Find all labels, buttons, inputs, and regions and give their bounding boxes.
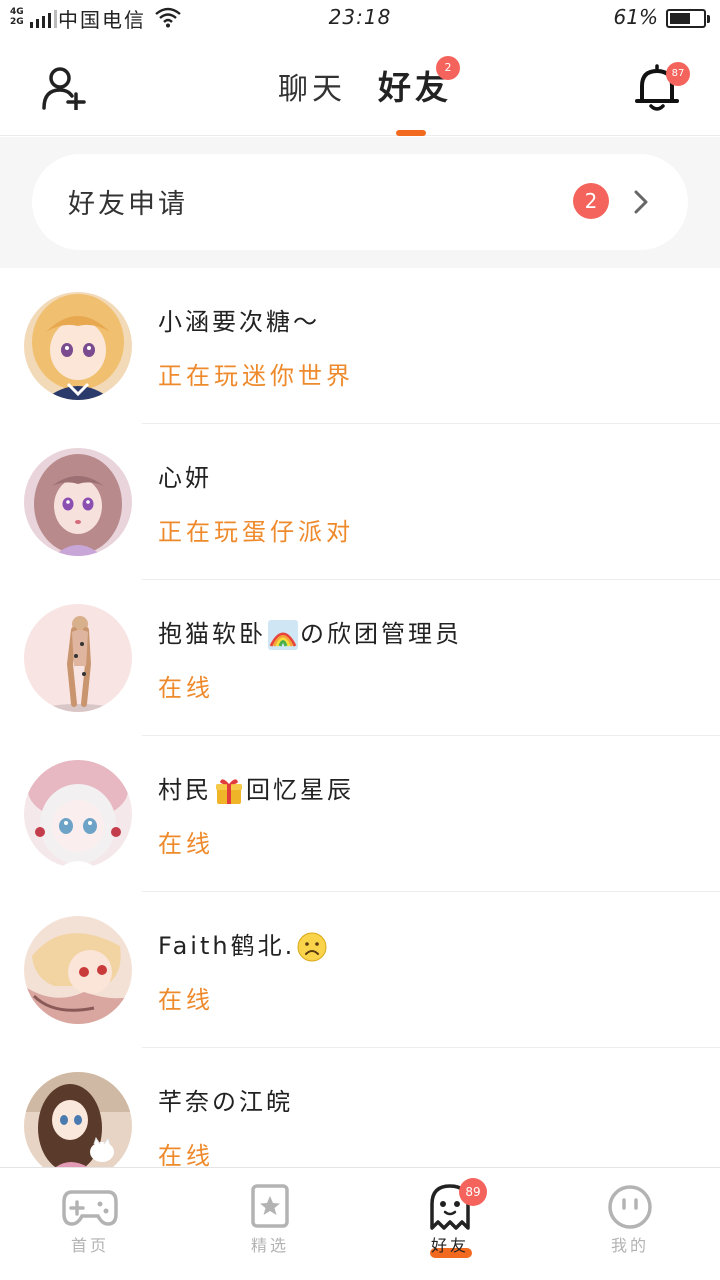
nav-label: 我的 — [610, 1236, 649, 1255]
gamepad-icon — [62, 1190, 118, 1226]
gift-emoji-icon — [216, 779, 242, 804]
battery-percent: 61% — [613, 5, 658, 29]
bottom-nav: 首页 精选 好友 89 我的 — [0, 1167, 720, 1280]
top-header: 聊天 好友 2 87 — [0, 36, 720, 136]
active-tab-indicator — [396, 130, 426, 136]
sad-face-emoji-icon — [297, 932, 327, 962]
friend-status: 正在玩迷你世界 — [158, 362, 354, 390]
add-friend-icon[interactable] — [40, 66, 88, 110]
nav-featured[interactable]: 精选 — [180, 1168, 360, 1280]
nav-label: 精选 — [250, 1236, 289, 1255]
rainbow-emoji-icon — [268, 620, 298, 650]
friend-request-section: 好友申请 2 — [0, 137, 720, 268]
tab-chat[interactable]: 聊天 — [278, 64, 346, 108]
avatar[interactable] — [24, 760, 132, 868]
nav-friends[interactable]: 好友 — [360, 1168, 540, 1280]
friends-tab-badge: 2 — [436, 56, 460, 80]
avatar[interactable] — [24, 1072, 132, 1167]
star-bookmark-icon — [251, 1184, 289, 1228]
friend-name: 抱猫软卧 の欣团管理员 — [158, 620, 462, 650]
friend-row[interactable]: 小涵要次糖～ 正在玩迷你世界 — [0, 268, 720, 424]
friend-status: 在线 — [158, 830, 214, 858]
chevron-right-icon — [634, 190, 648, 214]
friend-row[interactable]: 村民 回忆星辰 在线 — [0, 736, 720, 892]
avatar[interactable] — [24, 604, 132, 712]
nav-label: 好友 — [430, 1236, 469, 1255]
friend-name: 村民 回忆星辰 — [158, 776, 354, 804]
nav-me[interactable]: 我的 — [540, 1168, 720, 1280]
status-bar: 4G 2G 中国电信 23:18 61% — [0, 0, 720, 36]
friend-row[interactable]: Faith鹤北. 在线 — [0, 892, 720, 1048]
nav-friends-badge: 89 — [459, 1178, 487, 1206]
battery-icon — [666, 9, 710, 28]
face-icon — [608, 1185, 652, 1229]
friend-status: 在线 — [158, 986, 214, 1014]
avatar[interactable] — [24, 916, 132, 1024]
friend-row[interactable]: 抱猫软卧 の欣团管理员 在线 — [0, 580, 720, 736]
nav-home[interactable]: 首页 — [0, 1168, 180, 1280]
friend-status: 在线 — [158, 1142, 214, 1167]
friend-list: 小涵要次糖～ 正在玩迷你世界 心妍 正在玩蛋仔派对 抱猫软卧 の欣团管理员 在线… — [0, 268, 720, 1167]
friend-name: 小涵要次糖～ — [158, 308, 320, 336]
friend-request-button[interactable]: 好友申请 2 — [32, 154, 688, 250]
friend-name: 芊奈の江皖 — [158, 1088, 293, 1116]
notification-badge: 87 — [666, 62, 690, 86]
friend-name: 心妍 — [158, 464, 212, 492]
avatar[interactable] — [24, 448, 132, 556]
friend-request-label: 好友申请 — [68, 189, 188, 220]
friend-row[interactable]: 芊奈の江皖 在线 — [0, 1048, 720, 1167]
friend-status: 正在玩蛋仔派对 — [158, 518, 354, 546]
friend-name: Faith鹤北. — [158, 926, 329, 962]
clock: 23:18 — [328, 5, 392, 29]
friend-row[interactable]: 心妍 正在玩蛋仔派对 — [0, 424, 720, 580]
nav-label: 首页 — [70, 1236, 109, 1255]
friend-status: 在线 — [158, 674, 214, 702]
friend-request-count-badge: 2 — [573, 183, 609, 219]
avatar[interactable] — [24, 292, 132, 400]
